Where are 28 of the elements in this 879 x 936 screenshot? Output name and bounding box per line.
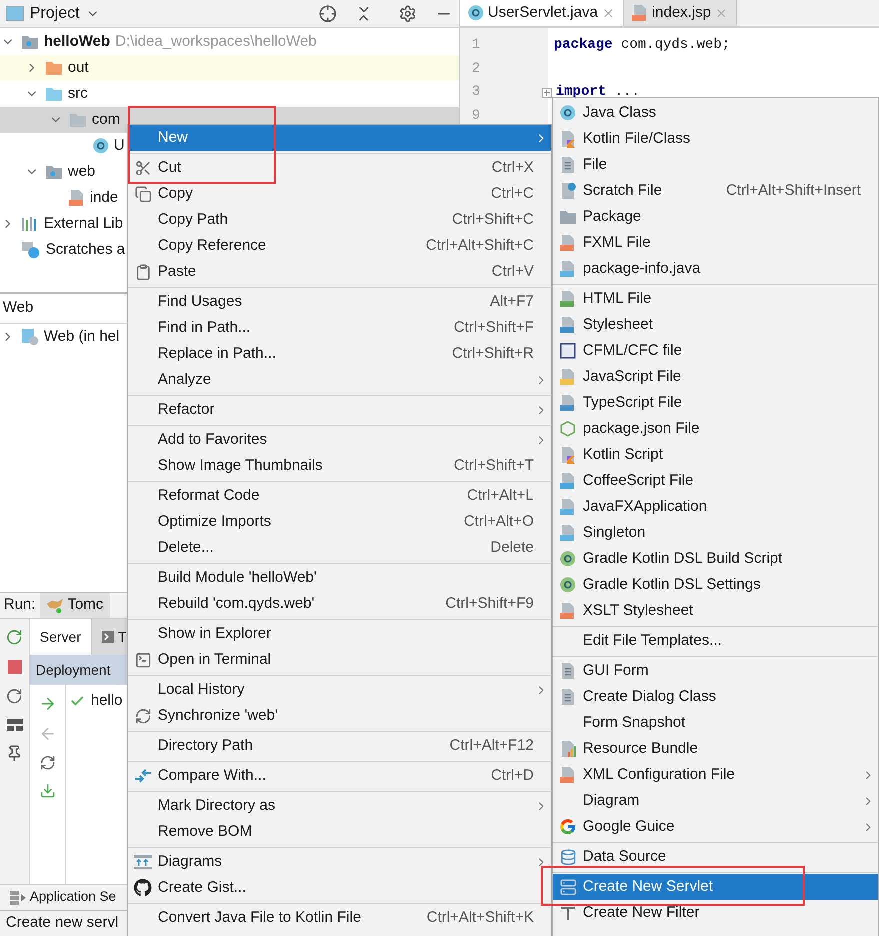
path-text: D:\idea_workspaces\helloWeb <box>115 32 317 52</box>
shortcut-text: Ctrl+Alt+F12 <box>450 736 534 756</box>
shortcut-text: Ctrl+Shift+R <box>452 344 534 364</box>
line-number: 1 <box>472 36 480 56</box>
shortcut-text: Ctrl+Shift+F9 <box>446 594 534 614</box>
shortcut-text: Ctrl+Shift+F <box>454 318 534 338</box>
shortcut-text: Ctrl+Alt+O <box>464 512 534 532</box>
shortcut-text: Ctrl+C <box>491 184 534 204</box>
status-text: Create new servl <box>6 913 119 934</box>
line-number: 2 <box>472 60 480 79</box>
shortcut-text: Ctrl+Alt+L <box>467 486 534 506</box>
shortcut-text: Ctrl+D <box>491 766 534 786</box>
panel-title: Run: <box>3 595 37 616</box>
shortcut-text: Alt+F7 <box>490 292 534 312</box>
code-line: package com.qyds.web; <box>554 36 730 56</box>
panel-title: Web <box>3 298 34 318</box>
shortcut-text: Ctrl+Shift+T <box>454 456 534 476</box>
line-number: 3 <box>472 83 480 102</box>
line-number: 9 <box>472 106 480 126</box>
code-line: import ... <box>556 83 640 102</box>
shortcut-text: Ctrl+Alt+Shift+C <box>426 236 534 256</box>
panel-title: Project <box>30 4 80 24</box>
shortcut-text: Ctrl+V <box>492 262 534 282</box>
shortcut-text: Ctrl+Alt+Shift+K <box>426 908 534 928</box>
shortcut-text: Ctrl+Shift+C <box>452 210 534 230</box>
shortcut-text: Ctrl+Alt+Shift+Insert <box>726 180 861 201</box>
shortcut-text: Delete <box>490 538 534 558</box>
shortcut-text: Ctrl+X <box>492 158 534 178</box>
